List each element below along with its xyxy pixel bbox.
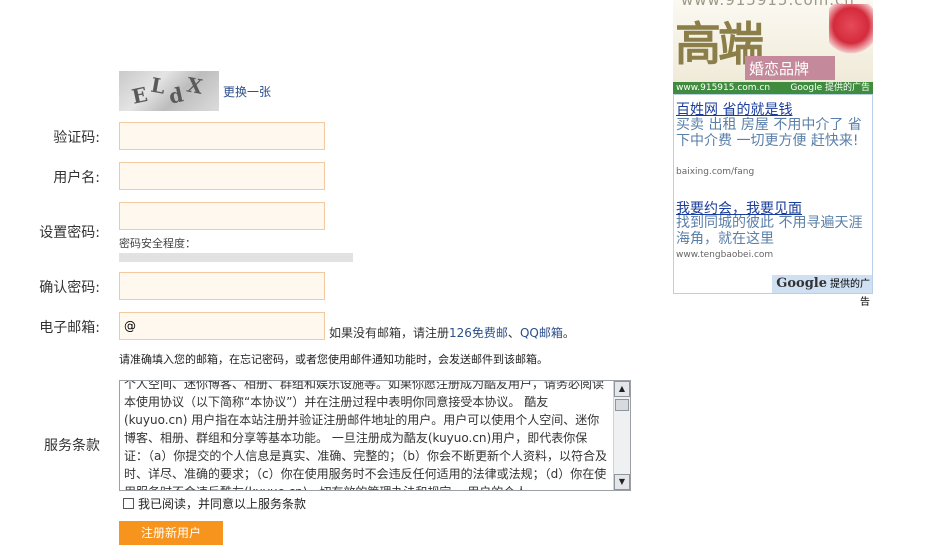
ads-by-google-label: 提供的广告: [830, 279, 870, 308]
ads-by-google[interactable]: Google 提供的广告: [772, 275, 872, 308]
flower-icon: [829, 4, 873, 58]
refresh-captcha-link[interactable]: 更换一张: [223, 83, 271, 100]
banner-subtitle: 婚恋品牌: [749, 60, 810, 78]
email-hint-prefix: 如果没有邮箱，请注册: [329, 326, 450, 340]
password-input[interactable]: [119, 202, 325, 230]
agree-label: 我已阅读，并同意以上服务条款: [138, 497, 307, 511]
username-label: 用户名:: [53, 170, 100, 186]
confirm-password-input[interactable]: [119, 272, 325, 300]
banner-footer-url: www.915915.com.cn: [676, 83, 771, 93]
ad-url[interactable]: baixing.com/fang: [676, 167, 754, 177]
password-strength-label: 密码安全程度：: [119, 237, 196, 250]
scroll-up-arrow-icon[interactable]: ▲: [614, 381, 630, 397]
text-ad-box: 百姓网 省的就是钱 买卖 出租 房屋 不用中介了 省下中介费 一切更方便 赶快来…: [673, 94, 873, 308]
terms-scrollbar[interactable]: ▲ ▼: [613, 381, 630, 490]
email-label: 电子邮箱:: [39, 320, 100, 336]
agree-row[interactable]: 我已阅读，并同意以上服务条款: [123, 495, 306, 512]
email-hint-suffix: 。: [562, 326, 575, 340]
register-qq-link[interactable]: QQ邮箱: [520, 326, 563, 340]
email-input[interactable]: [119, 312, 325, 340]
banner-footer-google: Google 提供的广告: [790, 83, 870, 93]
ad-description: 找到同城的彼此 不用寻遍天涯海角，就在这里: [676, 215, 863, 247]
ad-url[interactable]: www.tengbaobei.com: [676, 250, 773, 260]
password-strength-bar: [119, 253, 353, 262]
register-126-link[interactable]: 126免费邮: [449, 326, 508, 340]
google-logo: Google: [776, 276, 827, 291]
terms-textarea[interactable]: 个人空间、迷你博客、相册、群组和娱乐设施等。如果你愿注册成为酷友用户，请务必阅读…: [119, 380, 631, 491]
email-note: 请准确填入您的邮箱，在忘记密码，或者您使用邮件通知功能时，会发送邮件到该邮箱。: [119, 353, 548, 366]
email-hint: 如果没有邮箱，请注册126免费邮、QQ邮箱。: [329, 324, 575, 341]
register-button[interactable]: 注册新用户: [119, 521, 223, 545]
captcha-input[interactable]: [119, 122, 325, 150]
captcha-char: X: [184, 72, 209, 100]
password-label: 设置密码:: [39, 225, 100, 241]
ad-description: 买卖 出租 房屋 不用中介了 省下中介费 一切更方便 赶快来!: [676, 117, 862, 149]
agree-checkbox[interactable]: [123, 498, 134, 509]
email-hint-separator: 、: [507, 326, 520, 340]
captcha-label: 验证码:: [53, 130, 100, 146]
confirm-password-label: 确认密码:: [39, 280, 100, 296]
terms-label: 服务条款: [44, 438, 100, 454]
ad-banner[interactable]: www.915915.com.cn 高端 婚恋品牌 www.915915.com…: [673, 0, 873, 94]
username-input[interactable]: [119, 162, 325, 190]
scroll-thumb[interactable]: [615, 399, 629, 411]
terms-text: 个人空间、迷你博客、相册、群组和娱乐设施等。如果你愿注册成为酷友用户，请务必阅读…: [124, 380, 607, 490]
captcha-image: E L d X: [119, 71, 219, 111]
ad-title[interactable]: 百姓网 省的就是钱: [676, 99, 792, 119]
scroll-down-arrow-icon[interactable]: ▼: [614, 474, 630, 490]
